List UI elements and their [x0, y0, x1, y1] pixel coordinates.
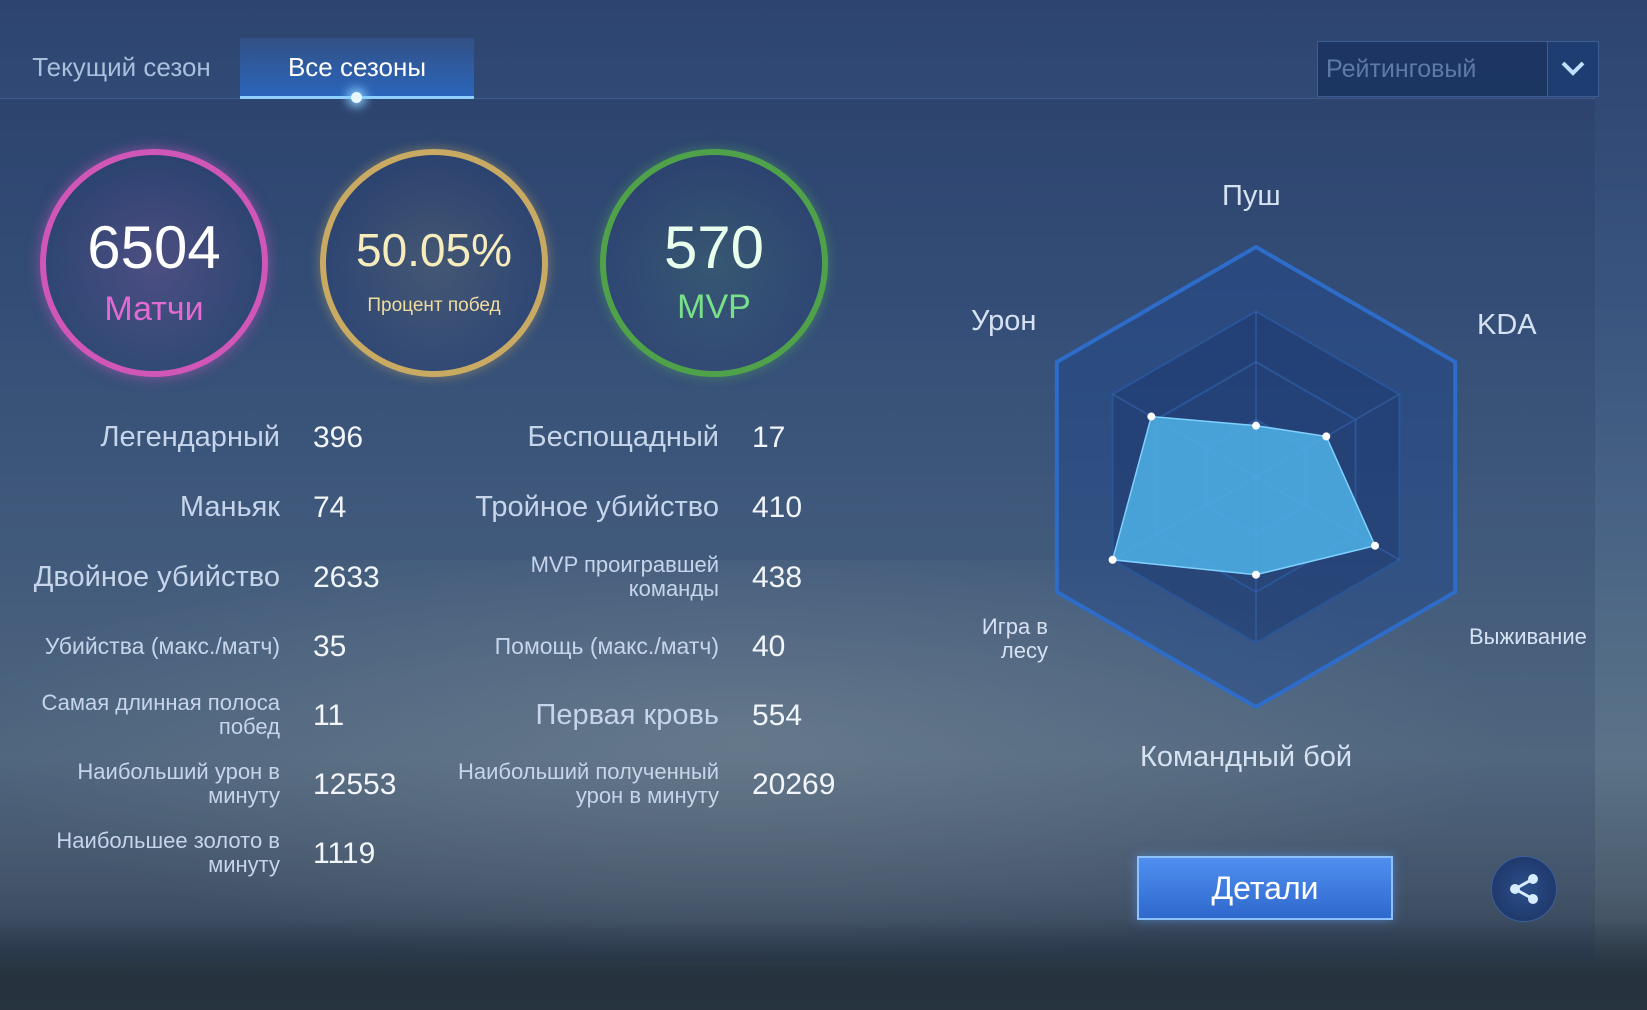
tab-all-seasons[interactable]: Все сезоны: [240, 38, 474, 103]
tab-all-seasons-label: Все сезоны: [287, 52, 427, 82]
stat-label-max-damage-taken-line2: урон в минуту: [575, 783, 719, 808]
stat-value-first-blood: 554: [752, 699, 803, 732]
stat-label-losing-mvp: MVP проигравшей команды: [531, 553, 719, 601]
stat-label-max-gold-min: Наибольшее золото в минуту: [56, 829, 280, 877]
matches-value: 6504: [87, 214, 221, 281]
radar-point: [1108, 555, 1117, 564]
mode-dropdown-value: Рейтинговый: [1326, 55, 1477, 83]
stat-value-max-damage-min: 12553: [313, 768, 397, 801]
radar-label-jungle-line1: Игра в: [981, 614, 1048, 639]
share-icon: [1510, 874, 1538, 904]
stat-value-maniac: 74: [313, 491, 347, 524]
radar-label-jungle-line2: лесу: [1000, 638, 1048, 663]
stat-value-savage: 17: [752, 421, 786, 454]
radar-label-kda: KDA: [1477, 309, 1537, 341]
radar-label-damage: Урон: [971, 305, 1037, 337]
stat-value-double-kill: 2633: [313, 561, 380, 594]
mode-dropdown[interactable]: Рейтинговый: [1317, 41, 1599, 97]
stat-value-max-gold-min: 1119: [313, 837, 376, 870]
mvp-label: MVP: [677, 288, 751, 326]
stat-label-losing-mvp-line1: MVP проигравшей: [530, 552, 719, 577]
mvp-ring: 570 MVP: [600, 149, 828, 377]
tab-current-season[interactable]: Текущий сезон: [14, 38, 229, 96]
stat-value-losing-mvp: 438: [752, 561, 803, 594]
stat-label-first-blood: Первая кровь: [535, 699, 719, 731]
active-tab-indicator: [351, 92, 362, 103]
radar-point: [1371, 541, 1380, 550]
stat-label-triple-kill: Тройное убийство: [475, 491, 719, 523]
stat-label-max-kills: Убийства (макс./матч): [44, 633, 280, 659]
stat-value-longest-streak: 11: [313, 699, 345, 732]
radar-point: [1252, 421, 1260, 430]
stat-label-max-gold-min-line1: Наибольшее золото в: [56, 828, 280, 853]
stat-value-max-damage-taken: 20269: [752, 768, 836, 801]
matches-ring: 6504 Матчи: [40, 149, 268, 377]
stat-label-max-gold-min-line2: минуту: [208, 852, 280, 877]
radar-chart: [1054, 244, 1458, 710]
details-button[interactable]: Детали: [1137, 856, 1393, 920]
stat-label-max-damage-min-line1: Наибольший урон в: [77, 759, 280, 784]
radar-point: [1147, 412, 1156, 421]
stat-label-longest-streak-line2: побед: [218, 714, 280, 739]
radar-label-jungle: Игра в лесу: [966, 615, 1048, 663]
stat-label-longest-streak: Самая длинная полоса побед: [42, 691, 281, 739]
stat-label-maniac: Маньяк: [179, 491, 280, 523]
chevron-down-icon[interactable]: [1547, 42, 1598, 96]
stat-value-max-kills: 35: [313, 630, 347, 663]
win-rate-label: Процент побед: [367, 295, 501, 316]
mvp-value: 570: [663, 214, 765, 281]
win-rate-value: 50.05%: [355, 224, 512, 276]
radar-label-push: Пуш: [1222, 180, 1281, 212]
stat-label-max-damage-min: Наибольший урон в минуту: [77, 760, 280, 808]
radar-point: [1322, 432, 1331, 441]
radar-label-survival: Выживание: [1469, 624, 1587, 649]
stat-label-double-kill: Двойное убийство: [33, 561, 280, 593]
stat-value-max-assists: 40: [752, 630, 786, 663]
stat-label-max-damage-taken: Наибольший полученный урон в минуту: [458, 760, 719, 808]
radar-label-teamfight: Командный бой: [1140, 741, 1353, 773]
radar-point: [1252, 570, 1260, 579]
matches-label: Матчи: [104, 290, 204, 328]
stat-label-legendary: Легендарный: [100, 421, 280, 453]
share-button[interactable]: [1491, 856, 1557, 922]
stat-value-legendary: 396: [313, 421, 364, 454]
stat-label-max-damage-min-line2: минуту: [208, 783, 280, 808]
stat-label-max-damage-taken-line1: Наибольший полученный: [457, 759, 719, 784]
stat-label-longest-streak-line1: Самая длинная полоса: [41, 690, 281, 715]
stat-label-savage: Беспощадный: [527, 421, 719, 453]
stat-label-max-assists: Помощь (макс./матч): [494, 633, 719, 659]
stat-label-losing-mvp-line2: команды: [628, 576, 719, 601]
stat-value-triple-kill: 410: [752, 491, 803, 524]
win-rate-ring: 50.05% Процент побед: [320, 149, 548, 377]
